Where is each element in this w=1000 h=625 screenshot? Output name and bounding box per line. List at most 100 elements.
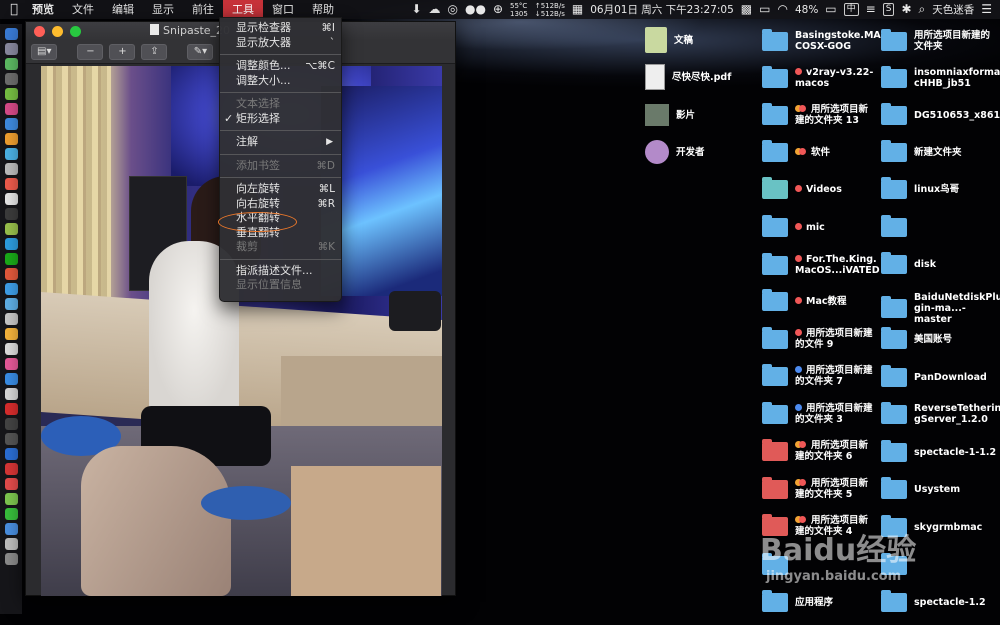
desktop-folder[interactable]: Mac教程 (762, 289, 847, 311)
menu-item-adjust-color[interactable]: 调整颜色... ⌥⌘C (220, 59, 341, 74)
desktop-folder[interactable]: insomniaxforma cHHB_jb51 (881, 65, 1000, 89)
notification-center-icon[interactable]: ☰ (981, 0, 992, 19)
dock-app-icon[interactable] (4, 268, 18, 280)
desktop-folder[interactable]: 用所选项目新 建的文件夹 6 (762, 438, 868, 462)
desktop-folder[interactable]: 用所选项目新建的 文件夹 (881, 28, 990, 52)
apple-menu-icon[interactable]:  (0, 2, 28, 17)
desktop-folder[interactable]: 美国账号 (881, 327, 952, 349)
menu-item-assign-profile[interactable]: 指派描述文件... (220, 264, 341, 279)
charts-icon[interactable] (4, 328, 18, 340)
minimize-window-button[interactable] (52, 25, 63, 37)
desktop-folder[interactable]: 用所选项目新建 的文件 9 (762, 326, 873, 350)
monitor-icon[interactable]: ▭ (759, 0, 770, 19)
desktop-folder[interactable]: For.The.King. MacOS...iVATED (762, 252, 880, 276)
vpn-icon[interactable] (4, 448, 18, 460)
battery-percent[interactable]: 48% (795, 4, 818, 16)
dock-app-icon[interactable] (4, 493, 18, 505)
dock-app-icon[interactable] (4, 238, 18, 250)
menu-file[interactable]: 文件 (63, 0, 103, 19)
download-icon[interactable]: ⬇ (411, 0, 421, 19)
battery-icon[interactable]: ▭ (825, 0, 836, 19)
menu-item-adjust-size[interactable]: 调整大小... (220, 74, 341, 89)
desktop-item-pdf[interactable]: 尽快尽快.pdf (645, 64, 731, 90)
datetime[interactable]: 06月01日 周六 下午23:27:05 (590, 2, 734, 17)
dock-app-icon[interactable] (4, 313, 18, 325)
desktop-folder[interactable]: 用所选项目新 建的文件夹 13 (762, 102, 868, 126)
desktop-folder[interactable] (881, 215, 914, 237)
dock-app-icon[interactable] (4, 433, 18, 445)
dock-app-icon[interactable] (4, 463, 18, 475)
desktop-folder[interactable]: ReverseTetherin gServer_1.2.0 (881, 401, 1000, 425)
dock-app-icon[interactable] (4, 298, 18, 310)
grid-icon[interactable]: ▩ (741, 0, 752, 19)
dock-app-icon[interactable] (4, 148, 18, 160)
android-icon[interactable] (4, 88, 18, 100)
safari-icon[interactable] (4, 58, 18, 70)
app-store-icon[interactable] (4, 373, 18, 385)
folder-icon[interactable] (4, 523, 18, 535)
user-name[interactable]: 天色迷香 (932, 2, 974, 17)
calendar-app-icon[interactable] (4, 178, 18, 190)
launchpad-icon[interactable] (4, 43, 18, 55)
terminal-icon[interactable] (4, 418, 18, 430)
desktop-folder[interactable]: PanDownload (881, 365, 987, 387)
dots-icon[interactable]: ●● (465, 0, 486, 19)
desktop-folder[interactable]: disk (881, 252, 936, 274)
netease-icon[interactable] (4, 478, 18, 490)
menu-edit[interactable]: 编辑 (103, 0, 143, 19)
trash-icon[interactable] (4, 553, 18, 565)
desktop-folder[interactable]: linux鸟哥 (881, 177, 959, 199)
dock-app-icon[interactable] (4, 208, 18, 220)
calendar-icon[interactable]: ▦ (572, 0, 583, 19)
menu-item-rotate-left[interactable]: 向左旋转 ⌘L (220, 182, 341, 197)
zoom-window-button[interactable] (70, 25, 81, 37)
menu-item-show-magnifier[interactable]: 显示放大器 ` (220, 36, 341, 51)
desktop-folder[interactable]: BaiduNetdiskPlu gin-ma...-master (881, 292, 1000, 325)
chrome-icon[interactable] (4, 133, 18, 145)
desktop-folder[interactable]: Basingstoke.MA COSX-GOG (762, 28, 881, 52)
network-speed[interactable]: ↑512B/s ↓512B/s (535, 2, 565, 18)
dock-app-icon[interactable] (4, 343, 18, 355)
zoom-in-button[interactable]: + (109, 43, 136, 60)
dock-app-icon[interactable] (4, 103, 18, 115)
desktop-folder[interactable]: 用所选项目新 建的文件夹 5 (762, 476, 868, 500)
menu-item-rectangular-selection[interactable]: ✓ 矩形选择 (220, 112, 341, 127)
dock-app-icon[interactable] (4, 118, 18, 130)
dock-app-icon[interactable] (4, 223, 18, 235)
menu-view[interactable]: 显示 (143, 0, 183, 19)
desktop-folder[interactable]: Usystem (881, 477, 960, 499)
search-icon[interactable]: ⌕ (919, 0, 926, 19)
dock-app-icon[interactable] (4, 538, 18, 550)
notes-icon[interactable] (4, 193, 18, 205)
menu-preview[interactable]: 预览 (28, 0, 63, 19)
sidebar-toggle-button[interactable]: ▤▾ (31, 43, 58, 60)
desktop-item-movies[interactable]: 影片 (645, 104, 695, 126)
menu-item-rotate-right[interactable]: 向右旋转 ⌘R (220, 197, 341, 212)
vivaldi-icon[interactable] (4, 403, 18, 415)
markup-button[interactable]: ✎▾ (187, 43, 214, 60)
hamburger-icon[interactable]: ≡ (866, 0, 876, 19)
desktop-item-documents[interactable]: 文稿 (645, 27, 693, 53)
snipaste-icon[interactable]: S (882, 3, 895, 16)
dock-app-icon[interactable] (4, 388, 18, 400)
dock-app-icon[interactable] (4, 283, 18, 295)
desktop-folder[interactable]: 软件 (762, 140, 830, 162)
menu-go[interactable]: 前往 (183, 0, 223, 19)
dock-app-icon[interactable] (4, 73, 18, 85)
bluetooth-icon[interactable]: ✱ (901, 0, 911, 19)
zoom-out-button[interactable]: − (77, 43, 104, 60)
desktop-folder[interactable]: 用所选项目新建 的文件夹 7 (762, 363, 873, 387)
share-button[interactable]: ⇪ (141, 43, 168, 60)
sensor-readout[interactable]: 55°C 1305 (510, 2, 528, 18)
desktop-folder[interactable]: DG510653_x861 (881, 103, 1000, 125)
desktop-folder[interactable]: 用所选项目新建 的文件夹 3 (762, 401, 873, 425)
input-method[interactable]: 中 (843, 3, 859, 16)
dock-app-icon[interactable] (4, 163, 18, 175)
desktop-folder[interactable]: Videos (762, 177, 842, 199)
menu-item-show-inspector[interactable]: 显示检查器 ⌘I (220, 21, 341, 36)
wifi-icon[interactable]: ◠ (777, 0, 787, 19)
music-icon[interactable] (4, 358, 18, 370)
desktop-folder[interactable]: spectacle-1-1.2 (881, 440, 996, 462)
menu-item-annotate[interactable]: 注解 ▶ (220, 135, 341, 150)
close-window-button[interactable] (34, 25, 45, 37)
